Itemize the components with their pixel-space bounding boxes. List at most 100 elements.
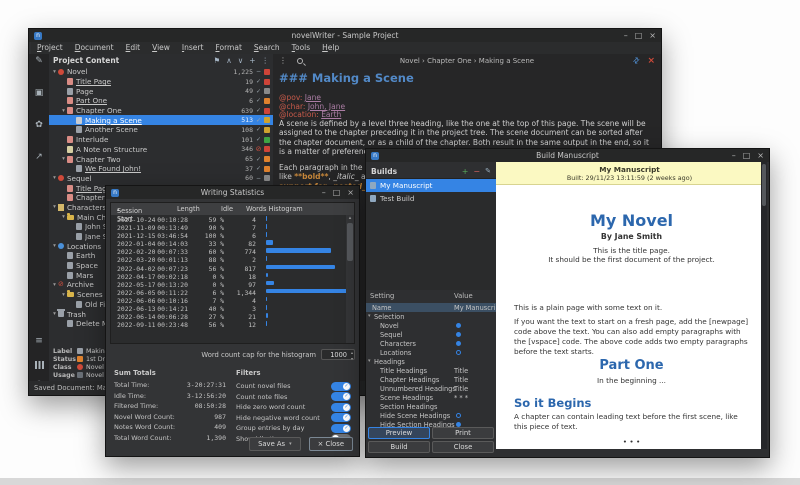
menu-view[interactable]: View — [146, 42, 176, 54]
main-titlebar[interactable]: n novelWriter - Sample Project – □ × — [29, 29, 661, 42]
toggle-switch[interactable]: ✓ — [331, 382, 351, 391]
session-row[interactable]: 2022-09-1100:23:4856 %12 — [111, 320, 346, 328]
menu-project[interactable]: Project — [31, 42, 69, 54]
cross-icon[interactable]: ⊘ — [253, 145, 264, 153]
setting-unnumbered-headings[interactable]: Unnumbered HeadingsTitle — [366, 384, 496, 393]
session-row[interactable]: 2022-06-1400:06:2827 %21 — [111, 312, 346, 320]
edit-document-icon[interactable]: ✎ — [29, 56, 49, 66]
outline-list-icon[interactable]: ≡ — [29, 336, 49, 346]
menu-help[interactable]: Help — [316, 42, 345, 54]
session-row[interactable]: 2022-03-2000:01:1388 %2 — [111, 255, 346, 263]
tree-item-we-found-john[interactable]: We Found John!37✓ — [49, 164, 273, 174]
expander-icon[interactable]: ▾ — [60, 108, 67, 114]
check-icon[interactable]: ✓ — [253, 156, 264, 163]
expander-icon[interactable]: ▾ — [60, 214, 67, 220]
check-icon[interactable]: ✓ — [253, 88, 264, 95]
close-document-icon[interactable]: × — [647, 56, 655, 66]
stats-titlebar[interactable]: n Writing Statistics – □ × — [106, 186, 359, 199]
writing-stats-icon[interactable] — [29, 361, 49, 372]
close-icon[interactable]: × — [347, 186, 354, 199]
close-button[interactable]: Close — [432, 441, 494, 453]
setting-section-headings[interactable]: Section Headings — [366, 402, 496, 411]
menu-format[interactable]: Format — [209, 42, 247, 54]
session-row[interactable]: 2022-02-2000:07:3360 %774 — [111, 247, 346, 255]
search-icon[interactable] — [297, 58, 303, 64]
session-row[interactable]: 2022-05-1700:13:200 %97 — [111, 280, 346, 288]
tree-item-novel[interactable]: ▾Novel1,225− — [49, 67, 273, 77]
tree-item-chapter-two[interactable]: ▾Chapter Two65✓ — [49, 154, 273, 164]
toggle-switch[interactable]: ✓ — [331, 403, 351, 412]
expander-icon[interactable]: ▾ — [51, 311, 58, 317]
menu-document[interactable]: Document — [69, 42, 120, 54]
build-item-my-manuscript[interactable]: My Manuscript — [366, 179, 496, 192]
project-documents-icon[interactable]: ▣ — [29, 88, 49, 98]
check-icon[interactable]: ✓ — [253, 107, 264, 114]
tree-item-page[interactable]: Page49✓ — [49, 86, 273, 96]
session-row[interactable]: 2022-04-0200:07:2356 %817 — [111, 264, 346, 272]
setting-characters[interactable]: Characters — [366, 339, 496, 348]
sessions-table-header[interactable]: Session Start ▴ Length Idle Words Histog… — [111, 203, 354, 215]
expander-icon[interactable]: ▾ — [368, 313, 371, 319]
expander-icon[interactable]: ▾ — [368, 358, 371, 364]
expander-icon[interactable]: ▾ — [60, 292, 67, 298]
setting-novel[interactable]: Novel — [366, 321, 496, 330]
setting-sequel[interactable]: Sequel — [366, 330, 496, 339]
add-build-icon[interactable]: + — [462, 167, 469, 176]
session-row[interactable]: 2021-10-2400:10:2859 %4 — [111, 215, 346, 223]
setting-title-headings[interactable]: Title HeadingsTitle — [366, 366, 496, 375]
session-row[interactable]: 2022-06-0600:10:167 %4 — [111, 296, 346, 304]
minimize-icon[interactable]: – — [732, 149, 736, 162]
session-row[interactable]: 2021-12-1503:46:54100 %6 — [111, 231, 346, 239]
expander-icon[interactable]: ▾ — [51, 69, 58, 75]
build-titlebar[interactable]: n Build Manuscript – □ × — [366, 149, 769, 162]
check-icon[interactable]: ✓ — [253, 97, 264, 104]
close-icon[interactable]: × — [757, 149, 764, 162]
maximize-icon[interactable]: □ — [635, 29, 643, 42]
tree-item-interlude[interactable]: Interlude101✓ — [49, 135, 273, 145]
table-scrollbar[interactable]: ▴ — [346, 215, 354, 343]
close-icon[interactable]: × — [649, 29, 656, 42]
setting-locations[interactable]: Locations — [366, 348, 496, 357]
minus-icon[interactable]: − — [253, 175, 264, 182]
preview-scrollbar[interactable] — [761, 162, 767, 449]
check-icon[interactable]: ✓ — [253, 165, 264, 172]
session-row[interactable]: 2022-04-1700:02:180 %18 — [111, 272, 346, 280]
spinner-arrows-icon[interactable]: ▴▾ — [351, 350, 353, 361]
setting-headings[interactable]: ▾Headings — [366, 357, 496, 366]
session-row[interactable]: 2022-01-0400:14:0333 %82 — [111, 239, 346, 247]
check-icon[interactable]: ✓ — [253, 136, 264, 143]
minimize-icon[interactable]: – — [322, 186, 326, 199]
build-button[interactable]: Build — [368, 441, 430, 453]
expander-icon[interactable]: ▾ — [51, 243, 58, 249]
session-row[interactable]: 2022-06-1300:14:2140 %3 — [111, 304, 346, 312]
novel-rosette-icon[interactable]: ✿ — [29, 120, 49, 130]
move-down-icon[interactable]: ∨ — [238, 56, 244, 65]
edit-build-icon[interactable]: ✎ — [485, 167, 491, 176]
tree-item-title-page[interactable]: Title Page19✓ — [49, 77, 273, 87]
panel-menu-icon[interactable]: ⋮ — [262, 56, 270, 65]
session-row[interactable]: 2022-06-0500:11:226 %1,344 — [111, 288, 346, 296]
add-item-icon[interactable]: + — [249, 56, 255, 65]
print-button[interactable]: Print — [432, 427, 494, 439]
expander-icon[interactable]: ▾ — [51, 282, 58, 288]
bookmark-icon[interactable]: ⚑ — [213, 56, 220, 65]
minimize-icon[interactable]: – — [624, 29, 628, 42]
tree-item-part-one[interactable]: Part One6✓ — [49, 96, 273, 106]
check-icon[interactable]: ✓ — [253, 126, 264, 133]
expander-icon[interactable]: ▾ — [60, 156, 67, 162]
check-icon[interactable]: ✓ — [253, 78, 264, 85]
menu-tools[interactable]: Tools — [286, 42, 316, 54]
maximize-icon[interactable]: □ — [743, 149, 751, 162]
setting-selection[interactable]: ▾Selection — [366, 312, 496, 321]
toggle-switch[interactable]: ✓ — [331, 424, 351, 433]
remove-build-icon[interactable]: − — [473, 167, 480, 176]
close-button[interactable]: × Close — [309, 437, 353, 451]
tree-item-chapter-one[interactable]: ▾Chapter One639✓ — [49, 106, 273, 116]
tree-item-making-a-scene[interactable]: Making a Scene513✓ — [49, 115, 273, 125]
maximize-document-icon[interactable]: ⇄ — [631, 55, 642, 66]
setting-chapter-headings[interactable]: Chapter HeadingsTitle — [366, 375, 496, 384]
expander-icon[interactable]: ▾ — [51, 204, 58, 210]
expander-icon[interactable]: ▾ — [51, 175, 58, 181]
menu-edit[interactable]: Edit — [120, 42, 147, 54]
document-menu-icon[interactable]: ⋮ — [279, 56, 287, 65]
